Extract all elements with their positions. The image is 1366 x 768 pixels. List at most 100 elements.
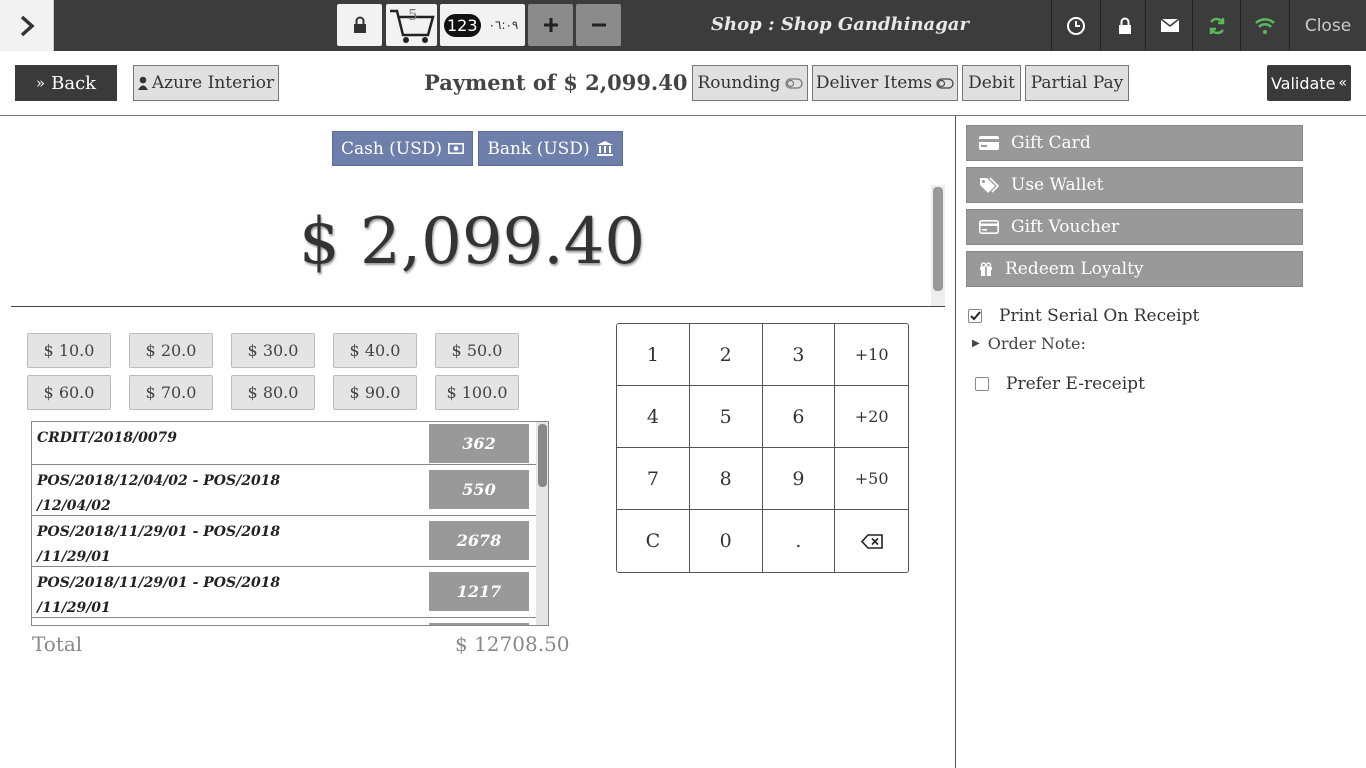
order-amount-partial	[429, 623, 529, 625]
top-bar: 5 123 ٠٦:٠٩ Shop : Shop Gandhinagar Clos…	[0, 0, 1366, 51]
numpad-key-0[interactable]: 0	[689, 510, 763, 572]
lock-screen-button[interactable]	[337, 4, 382, 46]
numpad-key-4[interactable]: 4	[617, 386, 690, 448]
numpad-key-3[interactable]: 3	[762, 324, 836, 386]
history-button[interactable]	[1051, 0, 1100, 51]
back-button[interactable]: » Back	[15, 65, 117, 101]
list-item[interactable]: CRDIT/2018/0079 362	[32, 422, 536, 465]
numpad-key-backspace[interactable]	[835, 510, 908, 572]
use-wallet-button[interactable]: Use Wallet	[966, 167, 1303, 203]
numpad-key-plus10[interactable]: +10	[835, 324, 908, 386]
order-reference: POS/2018/11/29/01 - POS/2018 /11/29/01	[37, 520, 307, 570]
numpad-key-9[interactable]: 9	[762, 448, 836, 510]
user-icon	[137, 76, 148, 90]
rounding-label: Rounding	[697, 73, 781, 93]
quick-amount-button[interactable]: $ 10.0	[27, 333, 111, 368]
cart-count: 5	[408, 6, 418, 24]
prefer-ereceipt-checkbox[interactable]	[975, 377, 989, 391]
quick-amount-button[interactable]: $ 70.0	[129, 375, 213, 410]
gift-icon	[980, 262, 992, 276]
print-serial-label: Print Serial On Receipt	[999, 306, 1200, 326]
credit-card-icon	[979, 136, 999, 150]
payment-method-label: Cash (USD)	[340, 138, 443, 159]
zoom-out-button[interactable]	[576, 4, 621, 46]
quick-amount-button[interactable]: $ 80.0	[231, 375, 315, 410]
cart-button[interactable]: 5	[386, 4, 437, 46]
gift-card-label: Gift Card	[1011, 133, 1091, 153]
numpad-key-8[interactable]: 8	[689, 448, 763, 510]
divider	[11, 306, 945, 307]
total-value: $ 12708.50	[455, 632, 570, 656]
print-serial-checkbox[interactable]	[968, 309, 982, 323]
numpad-key-2[interactable]: 2	[689, 324, 763, 386]
numpad-key-1[interactable]: 1	[617, 324, 690, 386]
sync-button[interactable]	[1192, 0, 1241, 51]
order-amount: 1217	[429, 572, 529, 611]
print-serial-option[interactable]: Print Serial On Receipt	[968, 306, 1199, 326]
debit-button[interactable]: Debit	[962, 65, 1021, 101]
numpad-clock-widget[interactable]: 123 ٠٦:٠٩	[440, 4, 525, 46]
back-label: Back	[51, 72, 97, 94]
close-button[interactable]: Close	[1289, 0, 1366, 51]
prefer-ereceipt-option[interactable]: Prefer E-receipt	[975, 374, 1145, 394]
list-item[interactable]: POS/2018/11/29/01 - POS/2018 /11/29/01 1…	[32, 567, 536, 618]
wifi-icon	[1255, 17, 1275, 34]
payment-method-cash[interactable]: Cash (USD)	[332, 131, 473, 166]
amount-due: $ 2,099.40	[298, 205, 646, 279]
double-chevron-left-icon: «	[1338, 75, 1348, 91]
panel-divider	[955, 116, 956, 768]
payment-method-label: Bank (USD)	[487, 138, 590, 159]
payment-method-bank[interactable]: Bank (USD)	[478, 131, 623, 166]
numpad-key-6[interactable]: 6	[762, 386, 836, 448]
deliver-label: Deliver Items	[815, 73, 933, 93]
numpad-key-7[interactable]: 7	[617, 448, 690, 510]
validate-button[interactable]: Validate «	[1267, 65, 1351, 101]
order-ref-line: POS/2018/11/29/01 - POS/2018	[37, 575, 281, 591]
partial-pay-button[interactable]: Partial Pay	[1025, 65, 1129, 101]
order-note-toggle[interactable]: ▶ Order Note:	[972, 334, 1086, 353]
zoom-in-button[interactable]	[528, 4, 573, 46]
payment-scrollbar-thumb[interactable]	[933, 187, 943, 291]
prefer-ereceipt-label: Prefer E-receipt	[1006, 374, 1145, 394]
order-note-label: Order Note:	[987, 334, 1086, 353]
redeem-loyalty-button[interactable]: Redeem Loyalty	[966, 251, 1303, 287]
gift-voucher-label: Gift Voucher	[1011, 217, 1120, 237]
order-ref-line: POS/2018/12/04/02 - POS/2018	[37, 473, 281, 489]
toggle-off-icon	[936, 77, 954, 89]
quick-amount-button[interactable]: $ 50.0	[435, 333, 519, 368]
lock-icon	[353, 16, 366, 33]
quick-amount-button[interactable]: $ 20.0	[129, 333, 213, 368]
deliver-items-toggle[interactable]: Deliver Items	[812, 65, 958, 101]
quick-amount-button[interactable]: $ 40.0	[333, 333, 417, 368]
lock-button[interactable]	[1100, 0, 1149, 51]
gift-voucher-button[interactable]: Gift Voucher	[966, 209, 1303, 245]
numpad-key-5[interactable]: 5	[689, 386, 763, 448]
numpad: 1 2 3 +10 4 5 6 +20 7 8 9 +50 C 0 .	[616, 323, 909, 573]
numpad-key-clear[interactable]: C	[617, 510, 690, 572]
quick-amount-button[interactable]: $ 60.0	[27, 375, 111, 410]
message-button[interactable]	[1145, 0, 1194, 51]
quick-amount-button[interactable]: $ 100.0	[435, 375, 519, 410]
double-chevron-right-icon: »	[35, 74, 46, 92]
order-reference: CRDIT/2018/0079	[37, 426, 307, 451]
numpad-key-decimal[interactable]: .	[762, 510, 836, 572]
order-ref-line: CRDIT/2018/0079	[37, 430, 178, 446]
gift-card-button[interactable]: Gift Card	[966, 125, 1303, 161]
payment-header: » Back Azure Interior Payment of $ 2,099…	[0, 51, 1366, 116]
order-amount: 550	[429, 470, 529, 509]
rounding-toggle[interactable]: Rounding	[692, 65, 808, 101]
list-item[interactable]: POS/2018/12/04/02 - POS/2018 /12/04/02 5…	[32, 465, 536, 516]
numpad-key-plus20[interactable]: +20	[835, 386, 908, 448]
numpad-badge: 123	[444, 13, 481, 37]
numpad-key-plus50[interactable]: +50	[835, 448, 908, 510]
connection-status	[1240, 0, 1289, 51]
toggle-off-icon	[784, 77, 803, 89]
customer-button[interactable]: Azure Interior	[133, 65, 279, 101]
orders-scrollbar-thumb[interactable]	[538, 424, 547, 487]
list-item-partial[interactable]	[32, 618, 536, 625]
list-item[interactable]: POS/2018/11/29/01 - POS/2018 /11/29/01 2…	[32, 516, 536, 567]
quick-amount-button[interactable]: $ 90.0	[333, 375, 417, 410]
menu-toggle-button[interactable]	[0, 0, 54, 51]
quick-amount-button[interactable]: $ 30.0	[231, 333, 315, 368]
credit-orders-list: CRDIT/2018/0079 362 POS/2018/12/04/02 - …	[31, 421, 549, 626]
